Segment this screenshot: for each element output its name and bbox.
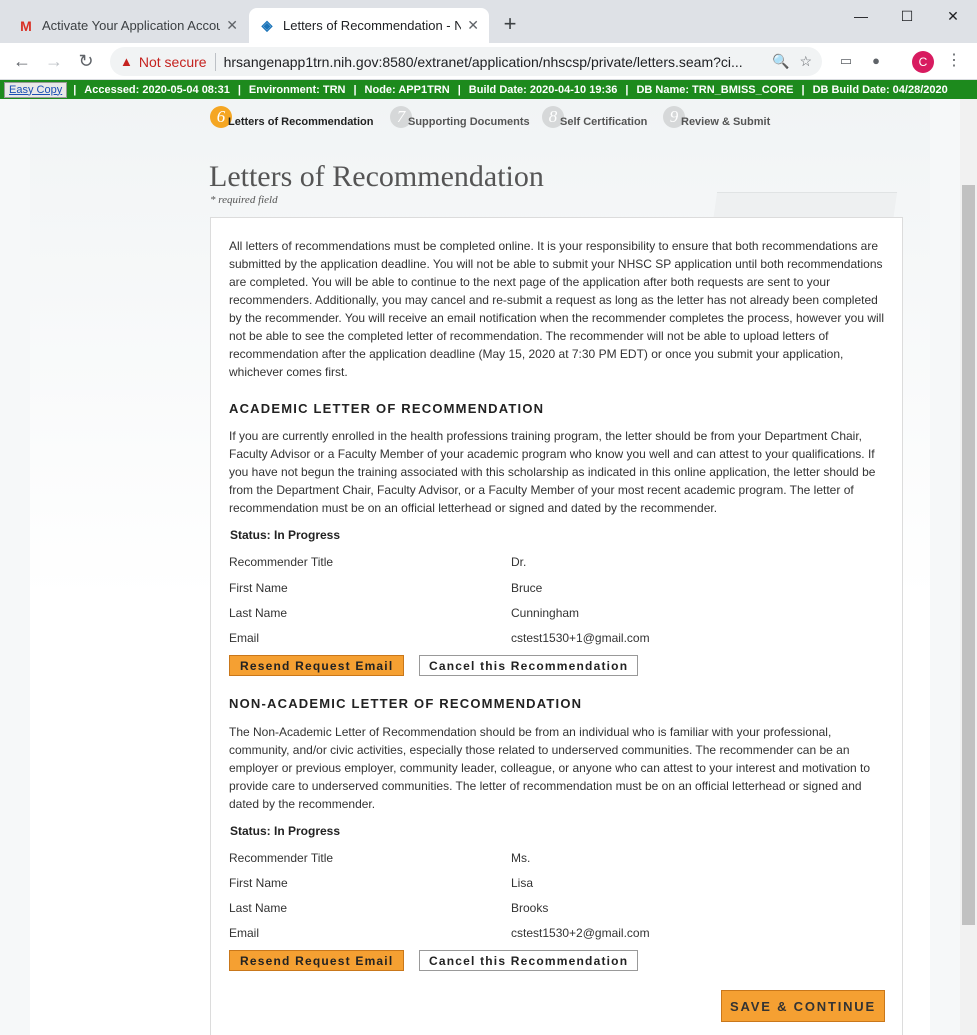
nonacademic-heading: NON-ACADEMIC LETTER OF RECOMMENDATION [229,696,583,711]
site-favicon-icon: ◈ [261,17,273,33]
academic-email-label: Email [229,631,260,645]
env-separator: | [801,83,805,96]
browser-tab-bar: M Activate Your Application Account ✕ ◈ … [0,0,977,43]
page-title: Letters of Recommendation [209,160,544,193]
academic-first-name-value: Bruce [511,581,543,595]
recommendation-card: All letters of recommendations must be c… [210,217,903,1035]
tab-title: Activate Your Application Account [42,18,221,33]
nonacademic-description: The Non-Academic Letter of Recommendatio… [229,725,871,811]
address-bar[interactable]: ▲ Not secure hrsangenapp1trn.nih.gov:858… [110,47,822,76]
gmail-icon: M [20,17,32,34]
nonacademic-title-label: Recommender Title [229,851,334,865]
nonacademic-email-value: cstest1530+2@gmail.com [511,926,650,940]
env-separator: | [237,83,241,96]
academic-title-label: Recommender Title [229,555,334,569]
step-label: Self Certification [560,116,648,128]
bookmark-star-icon[interactable]: ☆ [799,53,812,70]
environment-info-bar: Easy Copy | Accessed: 2020-05-04 08:31 |… [0,80,977,99]
academic-status: Status: In Progress [230,528,341,542]
reload-icon[interactable]: ↻ [74,49,98,73]
forward-arrow-icon[interactable]: → [42,49,66,73]
env-build-date: Build Date: 2020-04-10 19:36 [468,83,618,96]
zoom-magnifier-icon[interactable]: 🔍 [772,53,789,70]
extension-note-icon[interactable]: ▭ [836,51,856,71]
academic-last-name-value: Cunningham [511,606,580,620]
application-steps: 6 Letters of Recommendation 7 Supporting… [210,103,910,131]
nonacademic-first-name-label: First Name [229,876,288,890]
nonacademic-email-label: Email [229,926,260,940]
step-label: Letters of Recommendation [228,116,374,128]
step-letters-of-recommendation[interactable]: 6 Letters of Recommendation [210,103,373,131]
step-supporting-documents[interactable]: 7 Supporting Documents [390,103,530,131]
academic-email-value: cstest1530+1@gmail.com [511,631,650,645]
nonacademic-cancel-recommendation-button[interactable]: Cancel this Recommendation [419,950,639,971]
env-node: Node: APP1TRN [364,83,450,96]
browser-menu-icon[interactable]: ⋮ [946,51,962,71]
browser-toolbar: ← → ↻ ▲ Not secure hrsangenapp1trn.nih.g… [0,43,977,80]
nonacademic-status: Status: In Progress [230,824,341,838]
new-tab-button[interactable]: + [498,12,522,36]
nonacademic-resend-request-button[interactable]: Resend Request Email [229,950,405,971]
omnibox-divider [214,52,216,71]
env-separator: | [73,83,77,96]
env-separator: | [353,83,357,96]
tab-title: Letters of Recommendation - NHSC [283,18,462,33]
easy-copy-link[interactable]: Easy Copy [4,81,68,98]
warning-triangle-icon: ▲ [120,54,133,69]
env-separator: | [457,83,461,96]
maximize-window-icon[interactable]: ☐ [884,4,930,28]
academic-title-value: Dr. [511,555,527,569]
save-and-continue-button[interactable]: SAVE & CONTINUE [721,990,885,1022]
nonacademic-first-name-value: Lisa [511,876,534,890]
not-secure-label[interactable]: Not secure [139,54,207,70]
academic-last-name-label: Last Name [229,606,288,620]
step-label: Review & Submit [681,116,771,128]
env-db-build-date: DB Build Date: 04/28/2020 [812,83,948,96]
url-text[interactable]: hrsangenapp1trn.nih.gov:8580/extranet/ap… [224,54,762,70]
nonacademic-last-name-value: Brooks [511,901,549,915]
env-db-name: DB Name: TRN_BMISS_CORE [636,83,794,96]
nonacademic-title-value: Ms. [511,851,531,865]
env-environment: Environment: TRN [248,83,346,96]
minimize-window-icon[interactable]: — [838,4,884,28]
close-window-icon[interactable]: ✕ [930,4,976,28]
profile-avatar[interactable]: C [912,51,934,73]
academic-first-name-label: First Name [229,581,288,595]
nonacademic-last-name-label: Last Name [229,901,288,915]
academic-heading: ACADEMIC LETTER OF RECOMMENDATION [229,401,545,416]
step-review-submit[interactable]: 9 Review & Submit [663,103,770,131]
academic-description: If you are currently enrolled in the hea… [229,429,876,515]
tab-activate-account[interactable]: M Activate Your Application Account ✕ [8,8,248,43]
tab-letters-of-recommendation[interactable]: ◈ Letters of Recommendation - NHSC ✕ [249,8,489,43]
step-self-certification[interactable]: 8 Self Certification [542,103,647,131]
scrollbar-thumb[interactable] [962,185,975,925]
academic-resend-request-button[interactable]: Resend Request Email [229,655,405,676]
academic-cancel-recommendation-button[interactable]: Cancel this Recommendation [419,655,639,676]
extension-circle-icon[interactable]: ● [866,51,886,71]
env-separator: | [625,83,629,96]
env-accessed: Accessed: 2020-05-04 08:31 [84,83,230,96]
back-arrow-icon[interactable]: ← [10,49,34,73]
intro-text: All letters of recommendations must be c… [229,239,884,379]
step-label: Supporting Documents [408,116,530,128]
close-tab-icon[interactable]: ✕ [226,17,238,34]
required-field-note: * required field [210,194,278,206]
close-tab-icon[interactable]: ✕ [467,17,479,34]
